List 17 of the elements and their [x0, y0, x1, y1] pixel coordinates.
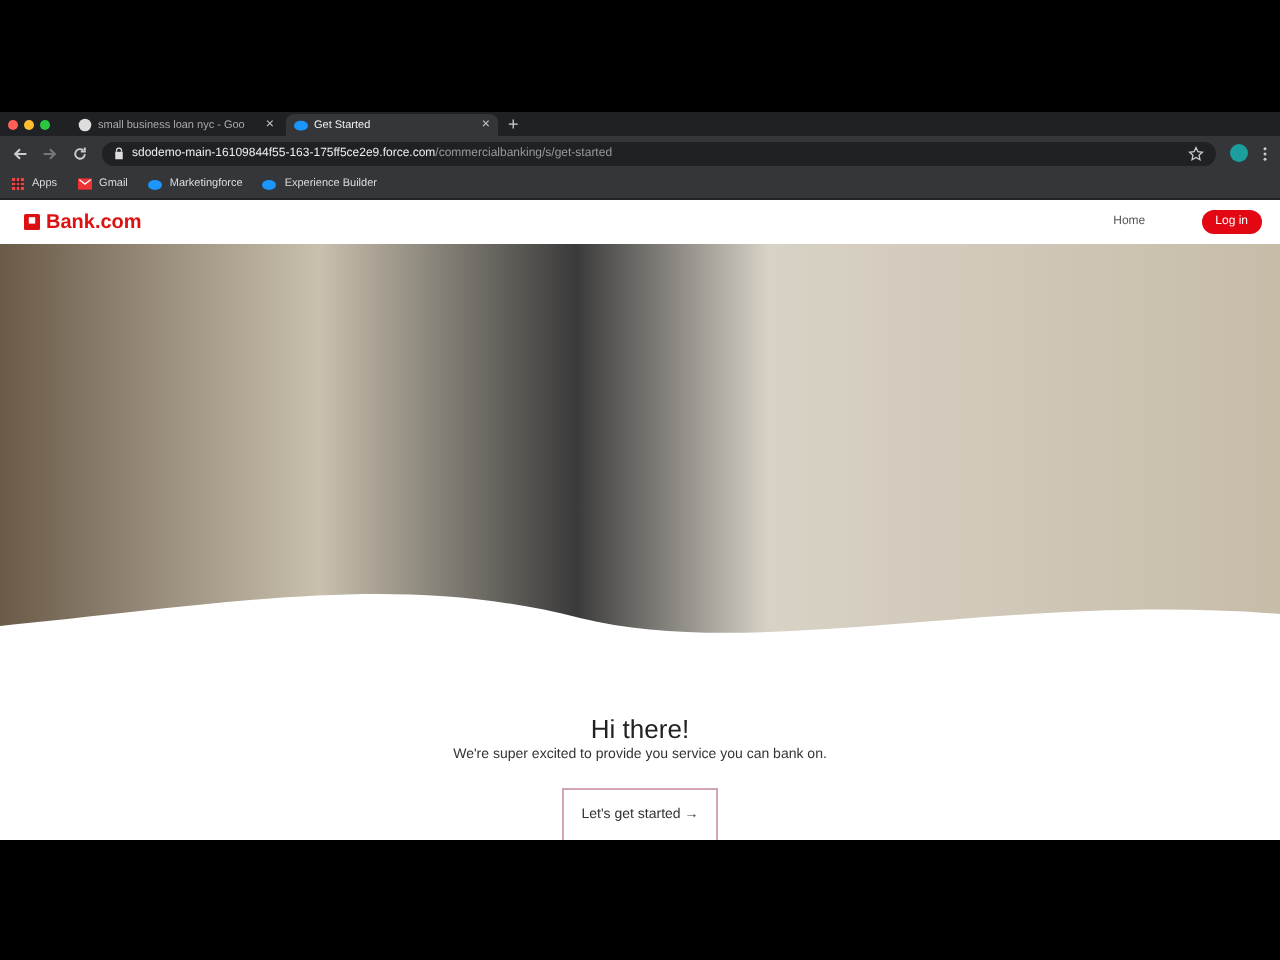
new-tab-button[interactable]: +: [508, 114, 519, 134]
greeting-heading: Hi there!: [590, 714, 690, 744]
profile-avatar[interactable]: [1230, 144, 1248, 162]
bank-logo-icon: [24, 214, 40, 230]
back-icon[interactable]: [12, 145, 28, 161]
cloud-icon: [294, 118, 308, 132]
cloud-icon: [147, 179, 162, 189]
reload-icon[interactable]: [72, 145, 88, 161]
window-controls-icon[interactable]: [8, 119, 50, 129]
grid-icon: [12, 178, 24, 190]
forward-icon[interactable]: [42, 145, 58, 161]
cloud-icon: [262, 179, 277, 189]
lock-icon: [114, 146, 124, 160]
envelope-icon: [77, 178, 92, 190]
star-icon[interactable]: [1188, 145, 1204, 161]
menu-icon[interactable]: [1262, 145, 1268, 161]
site-logo[interactable]: Bank.com: [24, 211, 142, 233]
